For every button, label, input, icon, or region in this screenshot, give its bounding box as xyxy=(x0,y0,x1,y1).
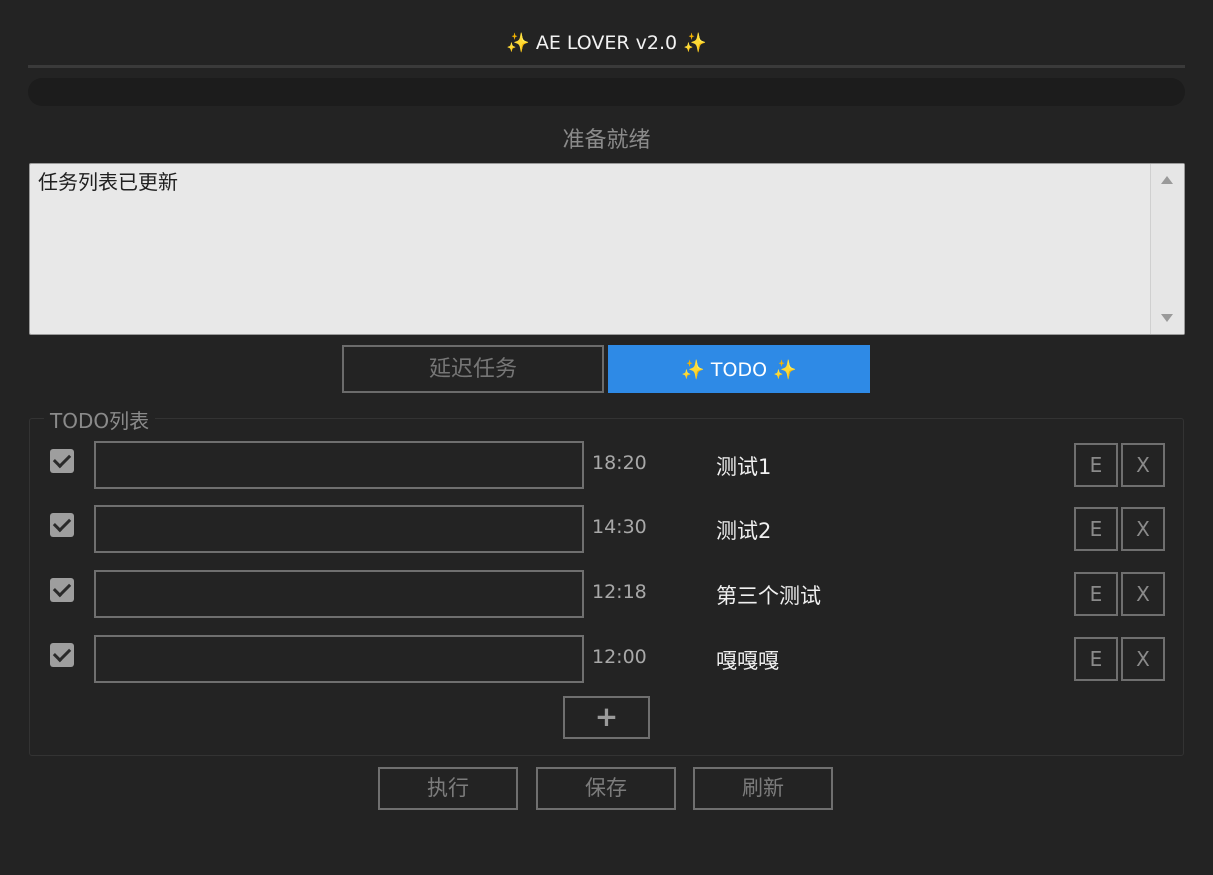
todo-checkbox[interactable] xyxy=(50,513,74,537)
delete-button[interactable]: X xyxy=(1121,572,1165,616)
title-divider xyxy=(28,65,1185,68)
delete-button[interactable]: X xyxy=(1121,637,1165,681)
todo-checkbox[interactable] xyxy=(50,578,74,602)
todo-row: 18:20 测试1 E X xyxy=(30,441,1185,491)
scroll-up-icon[interactable] xyxy=(1161,176,1173,184)
todo-input[interactable] xyxy=(94,505,584,553)
add-todo-button[interactable]: + xyxy=(563,696,650,739)
todo-input[interactable] xyxy=(94,570,584,618)
todo-checkbox[interactable] xyxy=(50,643,74,667)
todo-time: 12:00 xyxy=(592,646,647,668)
edit-button[interactable]: E xyxy=(1074,507,1118,551)
todo-time: 18:20 xyxy=(592,452,647,474)
log-scrollbar[interactable] xyxy=(1150,164,1184,334)
todo-row: 12:00 嘎嘎嘎 E X xyxy=(30,635,1185,685)
todo-row: 12:18 第三个测试 E X xyxy=(30,570,1185,620)
refresh-button[interactable]: 刷新 xyxy=(693,767,833,810)
log-textarea[interactable]: 任务列表已更新 xyxy=(29,163,1185,335)
todo-list-legend: TODO列表 xyxy=(44,405,156,434)
edit-button[interactable]: E xyxy=(1074,443,1118,487)
scroll-down-icon[interactable] xyxy=(1161,314,1173,322)
todo-input[interactable] xyxy=(94,441,584,489)
app-title: ✨ AE LOVER v2.0 ✨ xyxy=(506,32,707,54)
todo-input[interactable] xyxy=(94,635,584,683)
todo-name: 测试1 xyxy=(716,455,772,479)
todo-name: 嘎嘎嘎 xyxy=(716,649,779,673)
todo-time: 12:18 xyxy=(592,581,647,603)
save-button[interactable]: 保存 xyxy=(536,767,676,810)
todo-time: 14:30 xyxy=(592,516,647,538)
todo-name: 测试2 xyxy=(716,519,772,543)
log-text: 任务列表已更新 xyxy=(38,170,178,194)
delete-button[interactable]: X xyxy=(1121,443,1165,487)
edit-button[interactable]: E xyxy=(1074,572,1118,616)
edit-button[interactable]: E xyxy=(1074,637,1118,681)
run-button[interactable]: 执行 xyxy=(378,767,518,810)
delete-button[interactable]: X xyxy=(1121,507,1165,551)
progress-bar xyxy=(28,78,1185,106)
tab-delay-tasks[interactable]: 延迟任务 xyxy=(342,345,604,393)
todo-name: 第三个测试 xyxy=(716,584,821,608)
todo-row: 14:30 测试2 E X xyxy=(30,505,1185,555)
todo-list-group: TODO列表 18:20 测试1 E X 14:30 测试2 E X 12:18… xyxy=(29,405,1185,756)
status-text: 准备就绪 xyxy=(562,128,651,153)
todo-checkbox[interactable] xyxy=(50,449,74,473)
tab-todo[interactable]: ✨ TODO ✨ xyxy=(608,345,870,393)
app-window: ✨ AE LOVER v2.0 ✨ 准备就绪 任务列表已更新 延迟任务 ✨ TO… xyxy=(0,0,1213,875)
